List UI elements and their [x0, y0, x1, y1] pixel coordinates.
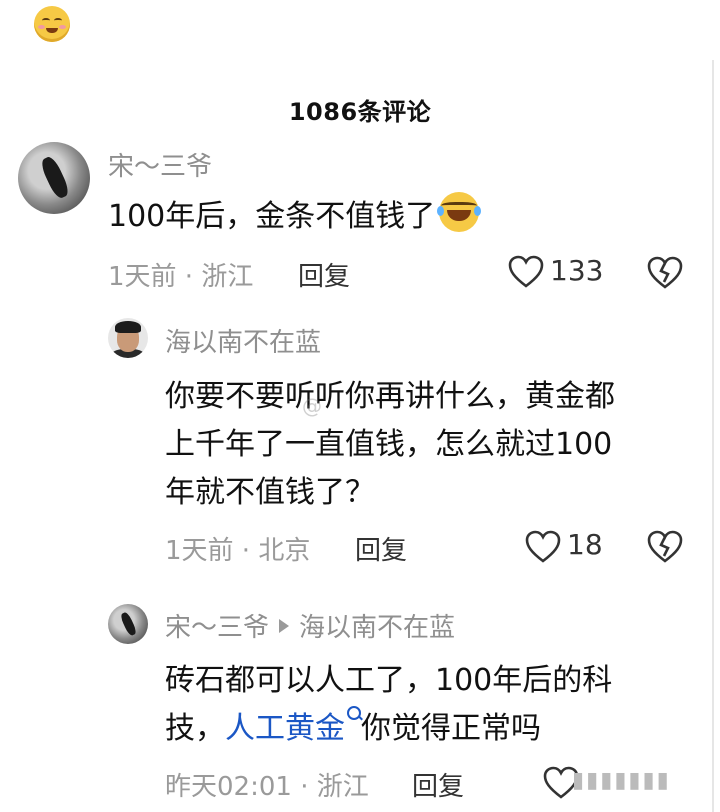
watermark: ▮▮▮▮▮▮▮ — [572, 768, 671, 793]
comment-text-line: 你要不要听听你再讲什么，黄金都 — [165, 379, 615, 414]
reply-header: 宋～三爷 海以南不在蓝 — [165, 607, 455, 644]
username[interactable]: 海以南不在蓝 — [165, 322, 321, 359]
divider — [712, 60, 714, 812]
username[interactable]: 宋～三爷 — [108, 146, 212, 183]
comment-count-title: 1086条评论 — [288, 98, 432, 126]
comment-text-line: 上千年了一直值钱，怎么就过100 — [165, 427, 613, 462]
laughing-emoji-icon — [437, 192, 482, 232]
top-emoji-icon — [34, 6, 70, 42]
comment-meta: 1天前 · 北京 — [165, 536, 311, 566]
watermark: @ — [302, 394, 322, 418]
reply-arrow-icon — [279, 619, 290, 633]
search-icon[interactable] — [347, 706, 361, 720]
comment-meta: 1天前 · 浙江 — [108, 262, 254, 292]
broken-heart-icon[interactable] — [647, 530, 683, 564]
broken-heart-icon[interactable] — [647, 256, 683, 290]
search-link[interactable]: 人工黄金 — [225, 711, 345, 746]
comment-text-line: 砖石都可以人工了，100年后的科 — [165, 663, 613, 698]
comment-text: 100年后，金条不值钱了 — [108, 190, 482, 244]
avatar[interactable] — [108, 318, 148, 358]
reply-button[interactable]: 回复 — [298, 256, 350, 293]
comment-meta: 昨天02:01 · 浙江 — [165, 772, 369, 802]
comment-text-line: 技，人工黄金 你觉得正常吗 — [165, 702, 541, 756]
reply-target-username[interactable]: 海以南不在蓝 — [299, 613, 455, 643]
heart-icon[interactable] — [508, 255, 544, 291]
avatar[interactable] — [108, 604, 148, 644]
avatar[interactable] — [18, 142, 90, 214]
reply-button[interactable]: 回复 — [412, 766, 464, 803]
like-count: 18 — [567, 528, 603, 561]
username[interactable]: 宋～三爷 — [165, 613, 269, 643]
reply-button[interactable]: 回复 — [355, 530, 407, 567]
like-count: 133 — [550, 254, 604, 287]
comment-text-line: 年就不值钱了？ — [165, 475, 375, 510]
heart-icon[interactable] — [525, 530, 561, 564]
